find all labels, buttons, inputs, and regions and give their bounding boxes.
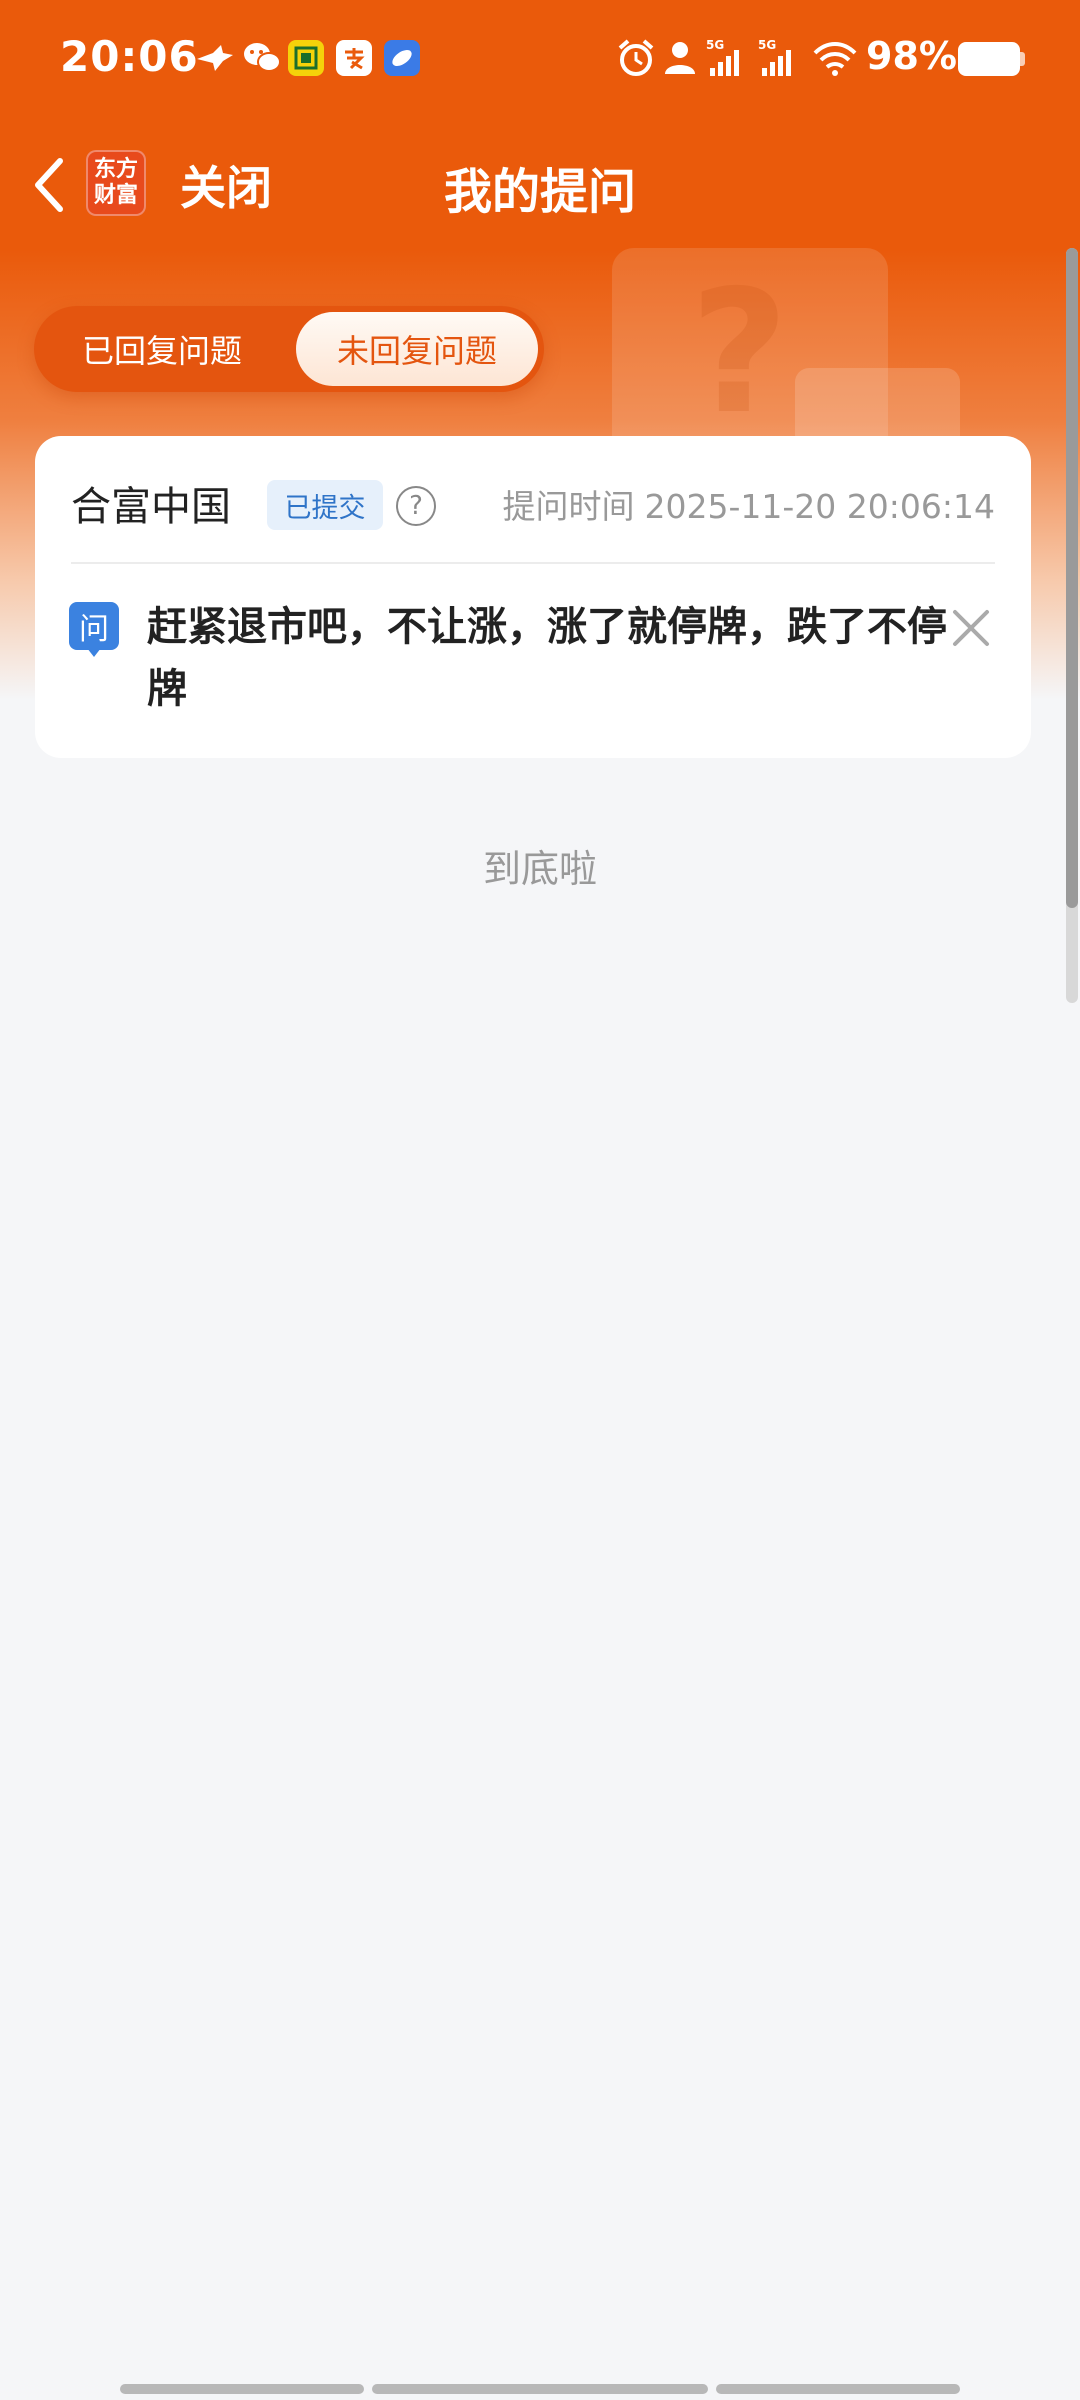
- wechat-icon: [240, 38, 284, 78]
- question-card[interactable]: 合富中国 已提交 ? 提问时间 2025-11-20 20:06:14 问 赶紧退…: [35, 436, 1031, 758]
- battery-tip: [1020, 52, 1025, 66]
- delete-question-button[interactable]: [945, 602, 997, 654]
- signal-5g-icon: 5G: [756, 38, 804, 78]
- ask-time: 提问时间 2025-11-20 20:06:14: [503, 480, 995, 528]
- status-bar: 20:06 5G 5G 98%: [0, 0, 1080, 118]
- question-mark-illustration-icon: ?: [690, 254, 789, 452]
- status-badge: 已提交: [267, 480, 383, 530]
- signal-5g-icon: 5G: [704, 38, 752, 78]
- gesture-bar-left: [120, 2384, 364, 2394]
- cloudbox-icon: [288, 40, 324, 76]
- tab-unreplied-questions[interactable]: 未回复问题: [296, 312, 538, 386]
- person-icon: [660, 38, 700, 78]
- list-end-text: 到底啦: [482, 847, 597, 891]
- help-icon[interactable]: ?: [396, 486, 436, 526]
- status-time: 20:06: [60, 32, 199, 81]
- gesture-bar-right: [716, 2384, 960, 2394]
- nav-bar: 东方 财富 关闭 我的提问: [0, 130, 1080, 240]
- divider: [71, 562, 995, 564]
- question-text: 赶紧退市吧，不让涨，涨了就停牌，跌了不停牌: [147, 604, 947, 712]
- bird-icon: [192, 38, 238, 78]
- signal-label: 5G: [706, 38, 724, 52]
- tab-switcher: 已回复问题 未回复问题: [34, 306, 544, 392]
- question-icon: 问: [69, 602, 119, 650]
- alipay-icon: [336, 40, 372, 76]
- tab-replied-questions[interactable]: 已回复问题: [34, 306, 290, 392]
- page-title: 我的提问: [443, 164, 636, 220]
- battery-percent: 98%: [866, 34, 957, 78]
- scrollbar-thumb[interactable]: [1066, 248, 1078, 908]
- wifi-icon: [810, 38, 860, 78]
- browser-icon: [384, 40, 420, 76]
- close-icon: [953, 610, 989, 646]
- ask-time-value: 2025-11-20 20:06:14: [644, 487, 995, 526]
- stock-name[interactable]: 合富中国: [71, 474, 231, 532]
- question-icon-tail: [87, 648, 101, 657]
- battery-icon: [958, 42, 1020, 76]
- alarm-icon: [614, 38, 658, 78]
- signal-label: 5G: [758, 38, 776, 52]
- gesture-bar-center[interactable]: [372, 2384, 708, 2394]
- ask-time-label: 提问时间: [502, 487, 635, 526]
- page: ? 20:06 5G 5G 98% 东方 财富 关闭 我的提问 已回复问题 未回…: [0, 0, 1080, 2400]
